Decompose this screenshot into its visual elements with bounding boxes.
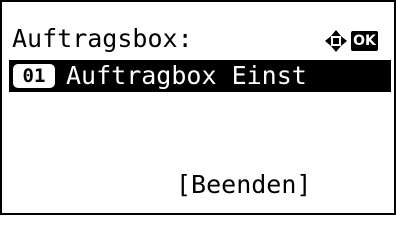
screen-title: Auftragsbox: [12, 24, 193, 53]
list-item[interactable]: 01 Auftragbox Einst [9, 60, 391, 92]
panel-display: Auftragsbox: OK 01 Auftragbox Einst [Bee… [0, 0, 396, 215]
end-button[interactable]: [Beenden] [176, 170, 311, 200]
item-number-badge: 01 [13, 64, 55, 88]
four-way-arrow-icon [325, 30, 347, 52]
ok-icon: OK [351, 31, 378, 51]
navigation-hint: OK [324, 29, 378, 53]
item-label: Auftragbox Einst [66, 61, 307, 90]
